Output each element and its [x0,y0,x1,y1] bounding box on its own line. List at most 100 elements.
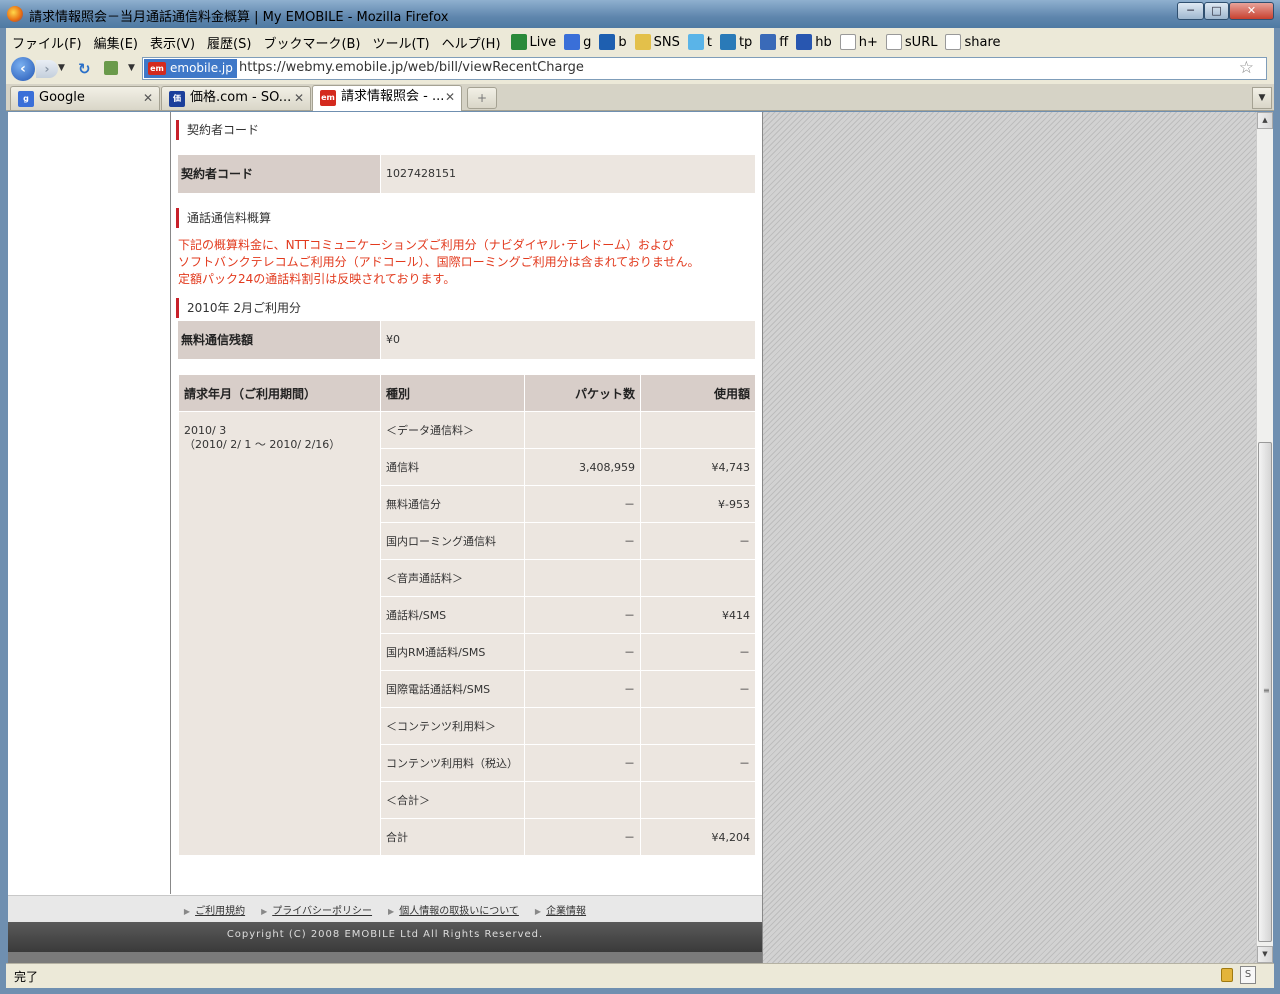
menu-item[interactable]: ブックマーク(B) [257,33,366,52]
bookmark-label: hb [815,34,832,50]
navigation-toolbar: ‹ › ▼ ↻ ▼ em emobile.jp https://webmy.em… [6,55,1274,83]
bookmark-item[interactable]: ff [756,34,792,50]
bookmark-item[interactable]: hb [792,34,836,50]
tab-label: 請求情報照会 - ... [341,89,445,104]
scrollbar-thumb[interactable]: ≡ [1258,442,1272,942]
bookmark-item[interactable]: SNS [631,34,684,50]
bookmark-item[interactable]: t [684,34,716,50]
page-icon [839,34,856,50]
bookmark-label: sURL [904,34,938,50]
window-title: 請求情報照会－当月通話通信料金概算 | My EMOBILE - Mozilla… [29,10,449,25]
row-type-cell: 国際電話通話料/SMS [380,670,525,708]
billing-table-body: 2010/ 3 （2010/ 2/ 1 ～ 2010/ 2/16） ＜データ通信料＞… [178,411,756,856]
row-packets-cell: － [524,522,641,560]
bookmark-label: ff [779,34,789,50]
scroll-down-arrow-icon[interactable]: ▼ [1257,946,1273,963]
contract-section-heading: 契約者コード [176,120,259,140]
bookmark-label: share [964,34,1001,50]
twitter-icon [687,34,704,50]
notice-line: ソフトバンクテレコムご利用分（アドコール）、国際ローミングご利用分は含まれており… [178,255,700,269]
notice-text: 下記の概算料金に、NTTコミュニケーションズご利用分（ナビダイヤル･テレドーム）… [178,237,700,288]
bookmark-star-icon[interactable]: ☆ [1239,58,1254,78]
bookmark-label: b [618,34,627,50]
billing-period-cell: 2010/ 3 （2010/ 2/ 1 ～ 2010/ 2/16） [178,411,381,856]
bookmark-item[interactable]: Live [507,34,561,50]
menu-item[interactable]: 編集(E) [88,33,144,52]
free-balance-label: 無料通信残額 [178,321,380,359]
contract-code-row: 契約者コード 1027428151 [178,155,755,193]
maximize-button[interactable]: □ [1204,2,1229,20]
emobile-favicon-icon: em [320,90,336,106]
menu-item[interactable]: 表示(V) [144,33,201,52]
menu-item[interactable]: 履歴(S) [201,33,257,52]
bookmark-item[interactable]: share [941,34,1004,50]
status-text: 完了 [14,970,39,984]
menu-item[interactable]: ヘルプ(H) [436,33,507,52]
back-button[interactable]: ‹ [11,57,35,81]
bookmark-item[interactable]: tp [716,34,756,50]
row-packets-cell: － [524,670,641,708]
bookmark-item[interactable]: b [595,34,630,50]
footer-link[interactable]: ご利用規約 [195,906,245,917]
history-dropdown-icon[interactable]: ▼ [58,63,65,73]
home-dropdown-icon[interactable]: ▼ [128,63,135,73]
tab-close-icon[interactable]: ✕ [143,87,153,109]
menu-item[interactable]: ファイル(F) [6,33,88,52]
vertical-scrollbar[interactable]: ▲ ≡ ▼ [1256,112,1273,963]
row-type-cell: 無料通信分 [380,485,525,523]
row-packets-cell: － [524,818,641,856]
tab-bar: g Google ✕ 価 価格.com - SO... ✕ em 請求情報照会 … [6,84,1274,111]
footer-link[interactable]: プライバシーポリシー [272,906,372,917]
bookmark-item[interactable]: sURL [882,34,942,50]
hatena-icon [796,34,813,50]
copyright-text: Copyright (C) 2008 EMOBILE Ltd All Right… [8,922,762,952]
bookmark-label: Live [529,34,557,50]
row-type-cell: 通信料 [380,448,525,486]
footer-link-item: ▶ 企業情報 [535,902,586,917]
row-amount-cell: ¥-953 [640,485,756,523]
tab-close-icon[interactable]: ✕ [445,86,455,108]
row-packets-cell: － [524,485,641,523]
page-info-icon[interactable]: S [1240,966,1256,984]
background-pattern [762,112,1256,963]
url-bar[interactable]: em emobile.jp https://webmy.emobile.jp/w… [142,57,1267,80]
scroll-up-arrow-icon[interactable]: ▲ [1257,112,1273,129]
lock-icon[interactable] [1221,968,1233,982]
menu-item[interactable]: ツール(T) [367,33,436,52]
tab-list-dropdown-icon[interactable]: ▼ [1252,87,1272,109]
tab-close-icon[interactable]: ✕ [294,87,304,109]
bookmark-item[interactable]: h+ [836,34,882,50]
bookmark-item[interactable]: g [560,34,595,50]
footer-link-item: ▶ 個人情報の取扱いについて [388,902,519,917]
windows-flag-icon [510,34,527,50]
scrollbar-grip-icon: ≡ [1263,686,1270,695]
menu-bar: ファイル(F) 編集(E) 表示(V) 履歴(S) ブックマーク(B) ツール(T) ヘルプ… [6,30,1274,54]
site-identity-button[interactable]: em emobile.jp [144,59,237,78]
row-type-cell: 国内ローミング通信料 [380,522,525,560]
window-titlebar: 請求情報照会－当月通話通信料金概算 | My EMOBILE - Mozilla… [0,0,1280,28]
reload-icon[interactable]: ↻ [78,60,91,78]
row-amount-cell: － [640,744,756,782]
new-tab-button[interactable]: + [467,87,497,109]
arrow-right-icon: ▶ [388,906,395,916]
home-icon[interactable] [104,61,118,75]
status-bar: 完了 S [6,963,1274,988]
tab-google[interactable]: g Google ✕ [10,86,160,110]
left-sidebar [8,112,171,894]
firefox-icon [7,6,23,22]
row-packets-cell: － [524,633,641,671]
footer-link[interactable]: 企業情報 [546,906,586,917]
header-type: 種別 [380,374,525,412]
tab-emobile[interactable]: em 請求情報照会 - ... ✕ [312,85,462,111]
billing-table: 請求年月（ご利用期間） 種別 パケット数 使用額 2010/ 3 （2010/ 2… [178,374,756,856]
minimize-button[interactable]: ─ [1177,2,1204,20]
tab-kakaku[interactable]: 価 価格.com - SO... ✕ [161,86,311,110]
close-button[interactable]: ✕ [1229,2,1274,20]
footer-link[interactable]: 個人情報の取扱いについて [399,906,519,917]
forward-button[interactable]: › [36,60,58,78]
row-packets-cell [524,707,641,745]
bookmark-label: g [583,34,592,50]
url-text[interactable]: https://webmy.emobile.jp/web/bill/viewRe… [239,60,584,75]
footer-link-item: ▶ プライバシーポリシー [261,902,372,917]
footer-bottom-band [8,952,762,963]
